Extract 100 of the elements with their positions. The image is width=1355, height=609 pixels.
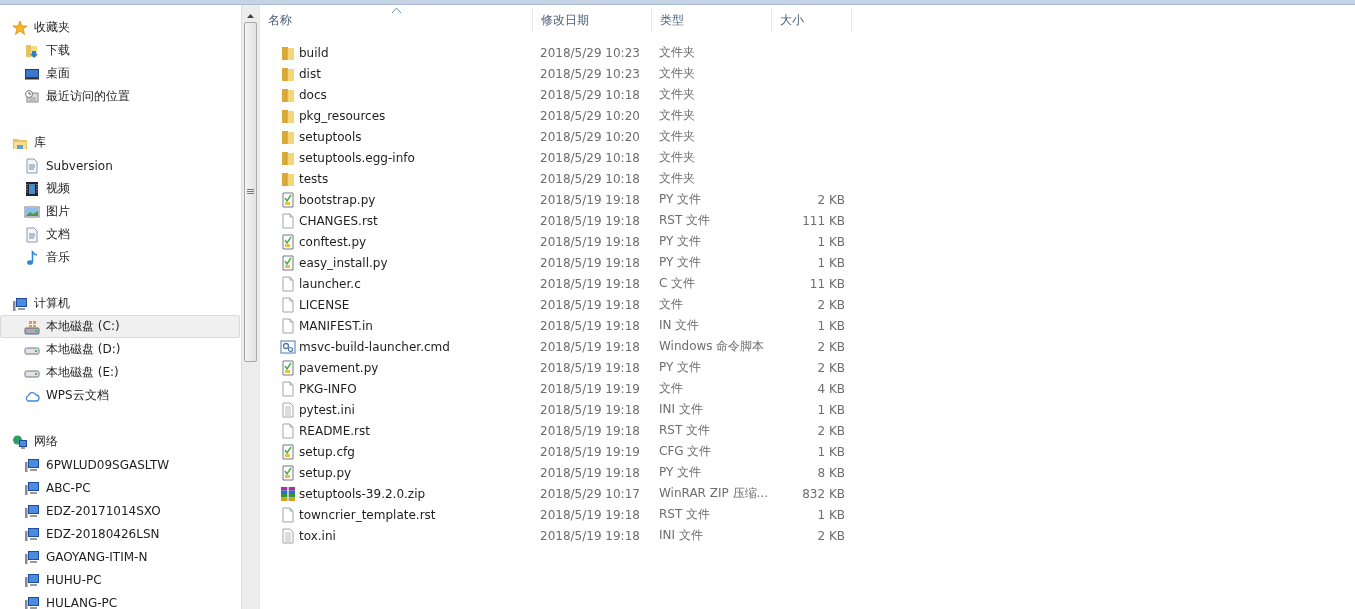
sidebar-item[interactable]: 下载 <box>0 39 241 62</box>
file-name[interactable]: towncrier_template.rst <box>299 507 436 522</box>
column-header[interactable]: 名称 <box>260 8 533 33</box>
column-header[interactable]: 大小 <box>772 8 852 33</box>
file-name[interactable]: pavement.py <box>299 360 379 375</box>
file-name[interactable]: dist <box>299 66 321 81</box>
file-name[interactable]: bootstrap.py <box>299 192 376 207</box>
date-cell-text: 2018/5/29 10:18 <box>539 87 641 102</box>
file-name[interactable]: README.rst <box>299 423 370 438</box>
sidebar-heading[interactable]: 计算机 <box>0 292 242 315</box>
column-header[interactable]: 类型 <box>652 8 772 33</box>
sidebar-item[interactable]: 视频 <box>0 177 241 200</box>
file-name[interactable]: setuptools.egg-info <box>299 150 415 165</box>
sidebar-heading[interactable]: 库 <box>0 131 242 154</box>
type-cell-text: PY 文件 <box>658 359 703 376</box>
sidebar-item[interactable]: 音乐 <box>0 246 241 269</box>
sidebar-heading[interactable]: 网络 <box>0 430 242 453</box>
folder-icon <box>280 149 296 166</box>
file-name[interactable]: PKG-INFO <box>299 381 357 396</box>
computer-icon <box>24 502 40 519</box>
file-name[interactable]: build <box>299 45 329 60</box>
size-cell: 1 KB <box>817 255 845 270</box>
file-name[interactable]: msvc-build-launcher.cmd <box>299 339 450 354</box>
date-cell-text: 2018/5/29 10:23 <box>539 45 641 60</box>
date-cell-text: 2018/5/19 19:18 <box>539 528 641 543</box>
scrollbar-thumb[interactable] <box>244 22 258 362</box>
type-cell-text: 文件夹 <box>658 86 696 103</box>
file-name[interactable]: launcher.c <box>299 276 361 291</box>
script-file-icon <box>280 359 296 376</box>
type-cell-text: Windows 命令脚本 <box>658 338 766 355</box>
size-cell: 2 KB <box>817 528 845 543</box>
file-name[interactable]: setup.py <box>299 465 352 480</box>
date-cell-text: 2018/5/19 19:18 <box>539 213 641 228</box>
computer-icon <box>24 548 40 565</box>
folder-download-icon <box>24 42 40 59</box>
folder-icon <box>280 107 296 124</box>
folder-icon <box>280 44 296 61</box>
text-file-icon <box>280 401 296 418</box>
type-cell-text: IN 文件 <box>658 317 701 334</box>
sidebar-item[interactable]: 本地磁盘 (D:) <box>0 338 241 361</box>
blank-file-icon <box>280 506 296 523</box>
file-name[interactable]: easy_install.py <box>299 255 388 270</box>
size-cell: 2 KB <box>817 339 845 354</box>
type-cell-text: RST 文件 <box>658 422 712 439</box>
sidebar-item[interactable]: HULANG-PC <box>0 591 241 609</box>
size-cell: 2 KB <box>817 360 845 375</box>
sidebar-item[interactable]: 文档 <box>0 223 241 246</box>
file-name[interactable]: LICENSE <box>299 297 350 312</box>
sidebar-item[interactable]: ABC-PC <box>0 476 241 499</box>
type-cell-text: PY 文件 <box>658 254 703 271</box>
sidebar-item[interactable]: 桌面 <box>0 62 241 85</box>
type-cell-text: WinRAR ZIP 压缩... <box>658 485 769 502</box>
sidebar-item[interactable]: Subversion <box>0 154 241 177</box>
globe-computer-icon <box>12 433 28 450</box>
size-cell: 1 KB <box>817 234 845 249</box>
type-cell-text: INI 文件 <box>658 401 704 418</box>
size-cell: 1 KB <box>817 318 845 333</box>
file-name[interactable]: setuptools-39.2.0.zip <box>299 486 426 501</box>
type-cell-text: PY 文件 <box>658 191 703 208</box>
sidebar-item[interactable]: 本地磁盘 (C:) <box>0 315 241 338</box>
date-cell-text: 2018/5/19 19:18 <box>539 423 641 438</box>
size-cell: 8 KB <box>817 465 845 480</box>
sidebar-item[interactable]: 6PWLUD09SGASLTW <box>0 453 241 476</box>
sidebar-item[interactable]: EDZ-20180426LSN <box>0 522 241 545</box>
computer-icon <box>24 456 40 473</box>
file-name[interactable]: setup.cfg <box>299 444 355 459</box>
column-header[interactable]: 修改日期 <box>533 8 652 33</box>
date-cell-text: 2018/5/19 19:18 <box>539 255 641 270</box>
file-name[interactable]: pytest.ini <box>299 402 355 417</box>
sidebar-item[interactable]: 最近访问的位置 <box>0 85 241 108</box>
file-name[interactable]: tox.ini <box>299 528 336 543</box>
sidebar-item[interactable]: WPS云文档 <box>0 384 241 407</box>
sidebar-item[interactable]: GAOYANG-ITIM-N <box>0 545 241 568</box>
file-name[interactable]: pkg_resources <box>299 108 386 123</box>
blank-file-icon <box>280 317 296 334</box>
music-note-icon <box>24 249 40 266</box>
sidebar-item[interactable]: 图片 <box>0 200 241 223</box>
file-name[interactable]: CHANGES.rst <box>299 213 378 228</box>
file-name[interactable]: conftest.py <box>299 234 367 249</box>
date-cell-text: 2018/5/19 19:18 <box>539 276 641 291</box>
scrollbar[interactable] <box>241 5 259 609</box>
blank-file-icon <box>280 380 296 397</box>
sidebar-item[interactable]: EDZ-20171014SXO <box>0 499 241 522</box>
size-cell: 4 KB <box>817 381 845 396</box>
type-cell-text: C 文件 <box>658 275 697 292</box>
size-cell: 1 KB <box>817 444 845 459</box>
sidebar-item[interactable]: 本地磁盘 (E:) <box>0 361 241 384</box>
date-cell-text: 2018/5/19 19:18 <box>539 465 641 480</box>
file-name[interactable]: tests <box>299 171 329 186</box>
size-cell: 11 KB <box>809 276 845 291</box>
date-cell-text: 2018/5/19 19:18 <box>539 192 641 207</box>
type-cell-text: PY 文件 <box>658 233 703 250</box>
file-name[interactable]: setuptools <box>299 129 362 144</box>
type-cell-text: 文件夹 <box>658 128 696 145</box>
file-name[interactable]: MANIFEST.in <box>299 318 373 333</box>
scroll-up-icon[interactable] <box>247 14 255 18</box>
type-cell-text: 文件夹 <box>658 65 696 82</box>
file-name[interactable]: docs <box>299 87 327 102</box>
sidebar-item[interactable]: HUHU-PC <box>0 568 241 591</box>
sidebar-heading[interactable]: 收藏夹 <box>0 16 242 39</box>
